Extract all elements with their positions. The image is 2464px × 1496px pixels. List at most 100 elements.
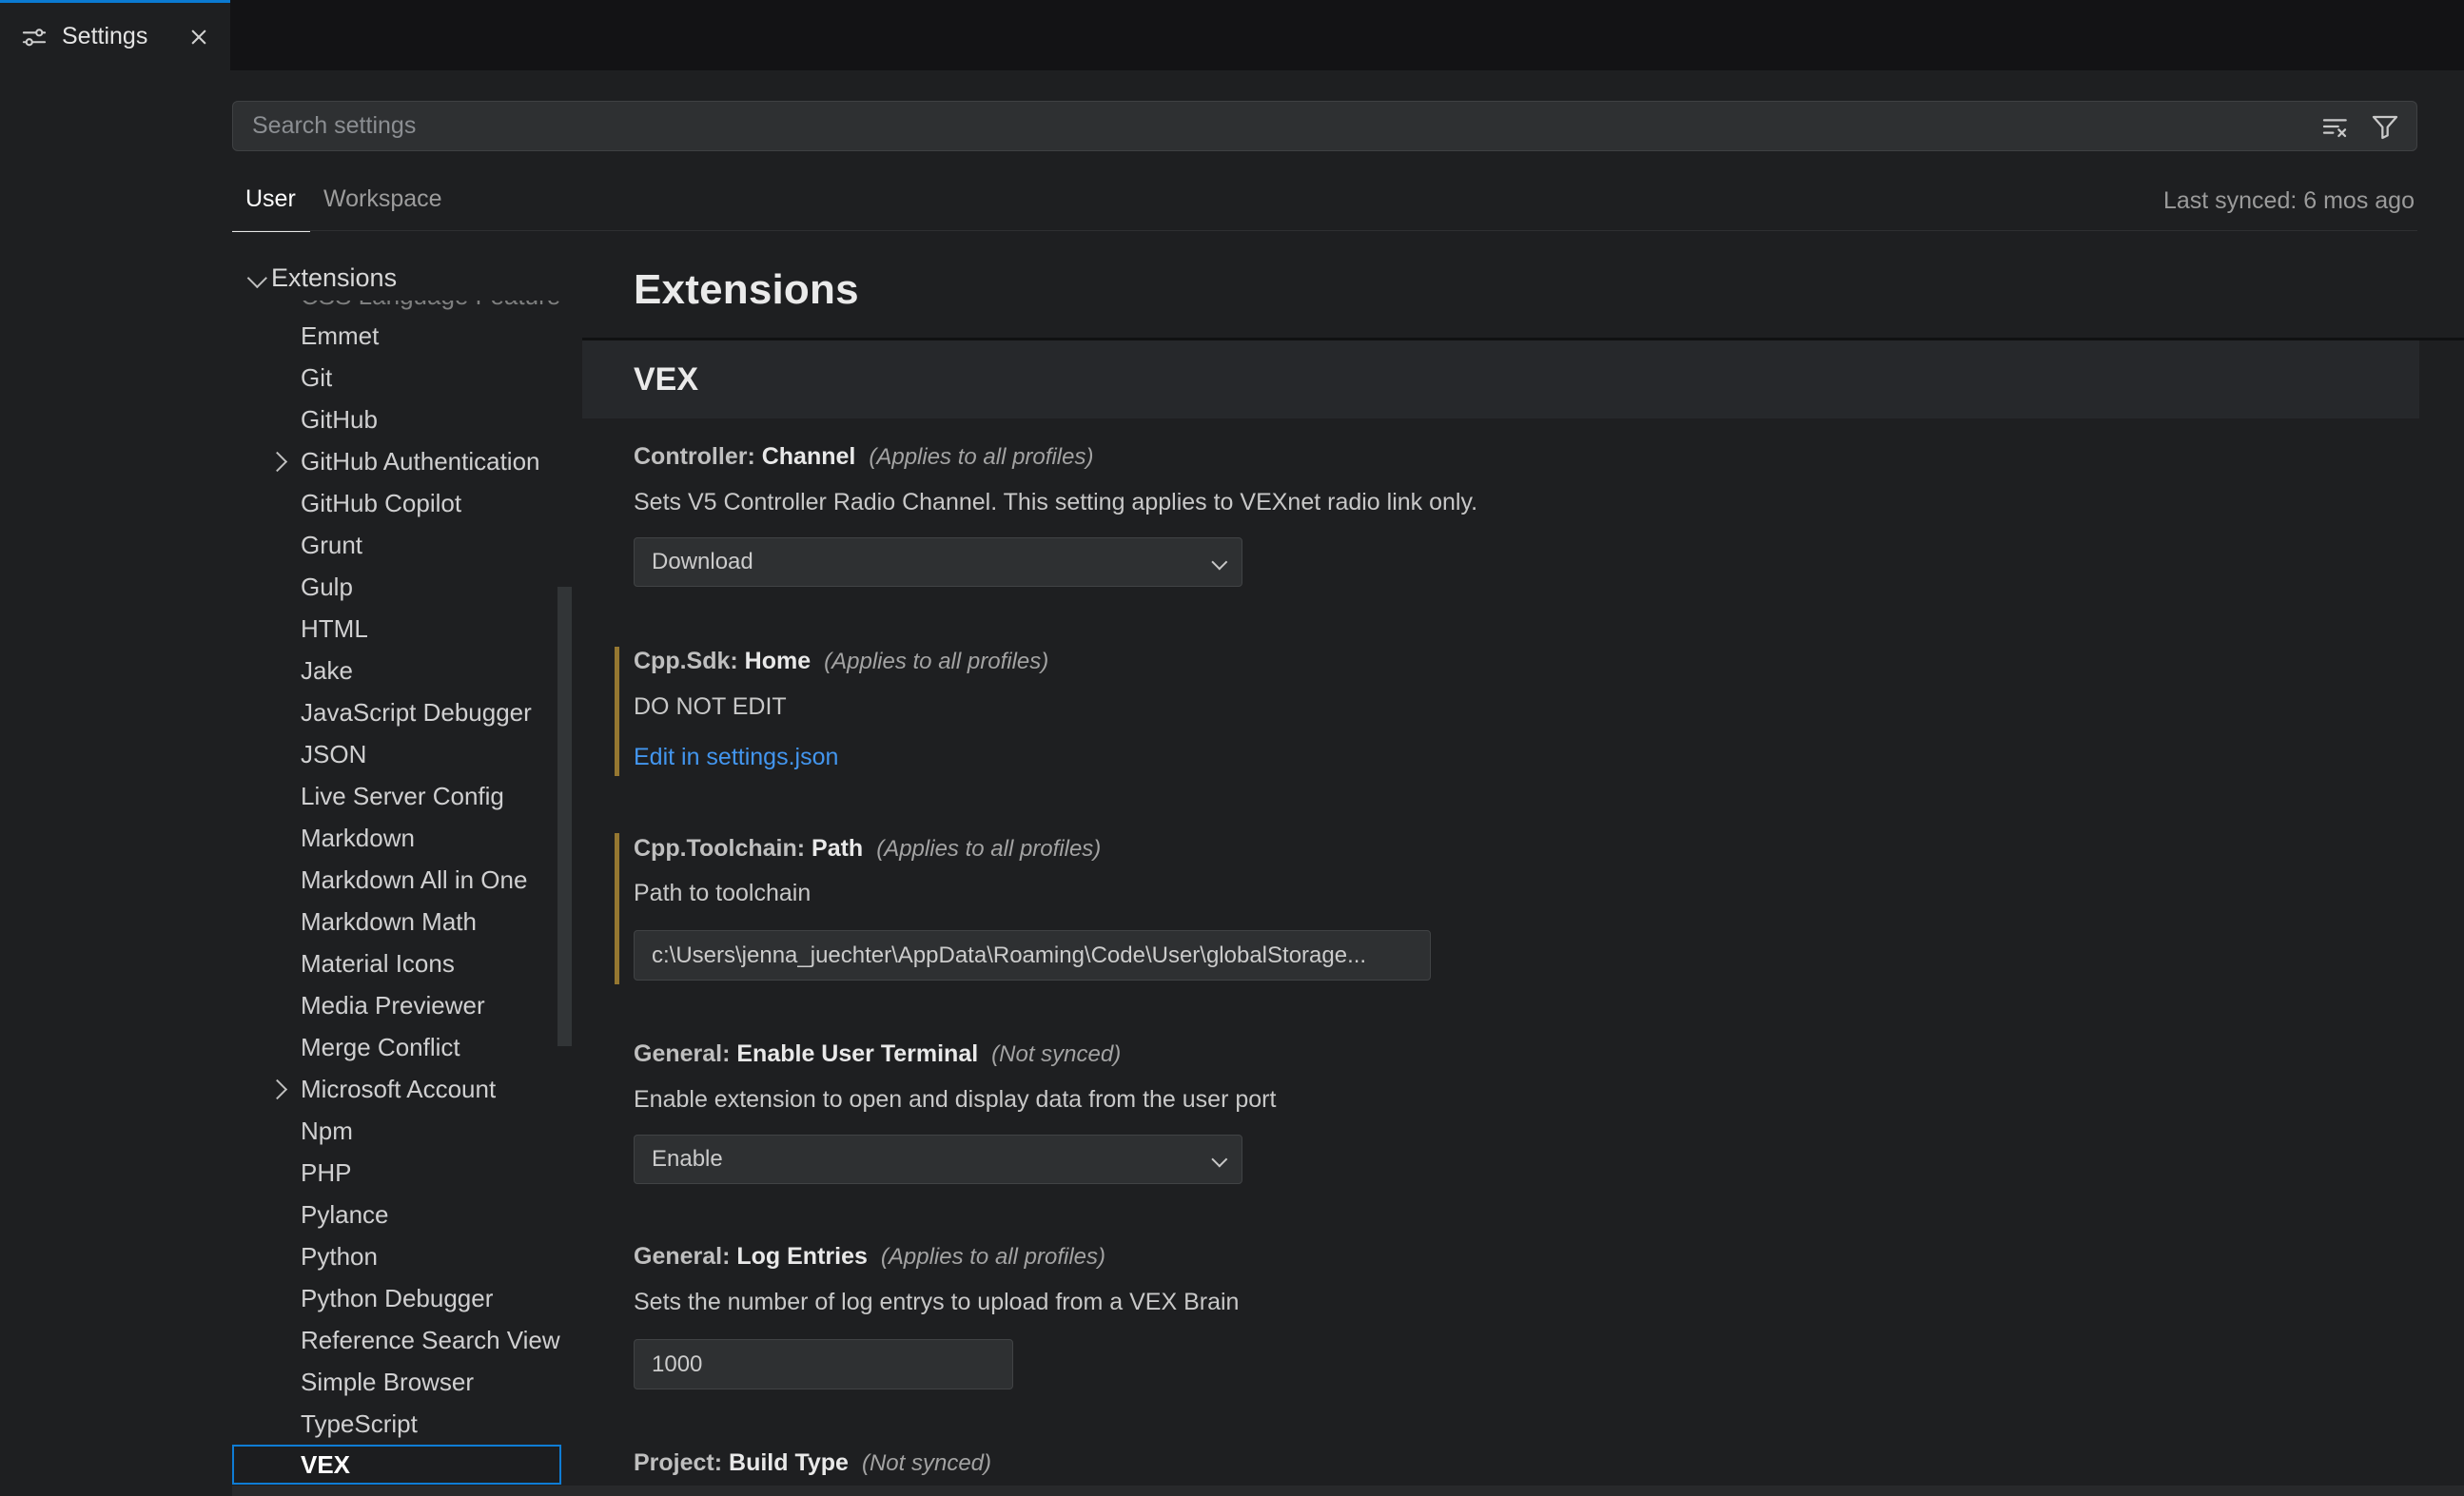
sidebar-item-python[interactable]: Python — [232, 1235, 561, 1277]
sidebar-item-json[interactable]: JSON — [232, 733, 561, 775]
setting-category: General: — [634, 1040, 736, 1067]
settings-tab[interactable]: Settings — [0, 0, 230, 70]
setting-scope-note: (Applies to all profiles) — [869, 444, 1093, 470]
sidebar-item-pylance[interactable]: Pylance — [232, 1194, 561, 1235]
settings-search-box — [232, 101, 2417, 151]
sidebar-item-label: Pylance — [301, 1200, 389, 1230]
settings-body: Extensions VEX Controller: Channel(Appli… — [582, 240, 2464, 1485]
sidebar-item-microsoft-account[interactable]: Microsoft Account — [232, 1068, 561, 1110]
setting-input-log-entries[interactable] — [634, 1339, 1013, 1389]
close-tab-icon[interactable] — [186, 25, 211, 49]
setting-category: Controller: — [634, 443, 762, 470]
sidebar-item-label: Merge Conflict — [301, 1033, 460, 1062]
sidebar-item-gulp[interactable]: Gulp — [232, 566, 561, 608]
sidebar-item-label: Material Icons — [301, 949, 455, 979]
sidebar-item-label: VEX — [301, 1450, 350, 1480]
sidebar-item-label: Live Server Config — [301, 782, 504, 811]
setting-description: Sets the number of log entrys to upload … — [634, 1289, 1239, 1316]
sidebar-item-label: Python — [301, 1242, 378, 1272]
sidebar-item-label: Git — [301, 363, 332, 393]
sidebar-item-media-previewer[interactable]: Media Previewer — [232, 984, 561, 1026]
sidebar-item-label: Markdown — [301, 824, 415, 853]
chevron-down-icon — [247, 267, 267, 287]
sidebar-item-jake[interactable]: Jake — [232, 650, 561, 691]
edit-in-settings-json-link[interactable]: Edit in settings.json — [634, 744, 838, 771]
sidebar-item-html[interactable]: HTML — [232, 608, 561, 650]
scope-tabs-row: User Workspace Last synced: 6 mos ago — [232, 179, 2417, 231]
setting-scope-note: (Not synced) — [862, 1450, 991, 1476]
section-header-vex: VEX — [582, 340, 2419, 418]
setting-name: Path — [812, 835, 863, 862]
sidebar-item-python-debugger[interactable]: Python Debugger — [232, 1277, 561, 1319]
setting-scope-note: (Applies to all profiles) — [824, 649, 1048, 674]
setting-name: Channel — [762, 443, 856, 470]
sidebar-item-label: HTML — [301, 614, 368, 644]
setting-dropdown-channel[interactable]: Download — [634, 537, 1242, 587]
sidebar-item-javascript-debugger[interactable]: JavaScript Debugger — [232, 691, 561, 733]
sidebar-item-extensions-root[interactable]: Extensions — [232, 255, 561, 301]
setting-modified-indicator — [615, 647, 619, 776]
chevron-down-icon — [1211, 556, 1242, 568]
sidebar-item-typescript[interactable]: TypeScript — [232, 1403, 561, 1445]
tab-title: Settings — [62, 23, 147, 50]
setting-category: Project: — [634, 1449, 729, 1476]
sidebar-item-label: JavaScript Debugger — [301, 698, 532, 728]
setting-modified-indicator — [615, 833, 619, 984]
setting-input-path[interactable] — [634, 930, 1431, 981]
sidebar-item-reference-search-view[interactable]: Reference Search View — [232, 1319, 561, 1361]
sidebar-item-emmet[interactable]: Emmet — [232, 315, 561, 357]
sidebar-item-label: Npm — [301, 1117, 353, 1146]
bottom-scrollbar-track[interactable] — [232, 1486, 2464, 1496]
chevron-right-icon — [270, 455, 301, 469]
dropdown-selected-value: Enable — [635, 1146, 1211, 1173]
sidebar-item-label: Emmet — [301, 321, 379, 351]
sidebar-item-live-server-config[interactable]: Live Server Config — [232, 775, 561, 817]
dropdown-selected-value: Download — [635, 549, 1211, 575]
setting-title: Controller: Channel (Applies to all profi… — [634, 443, 1093, 471]
sidebar-item-merge-conflict[interactable]: Merge Conflict — [232, 1026, 561, 1068]
sidebar-item-label: GitHub — [301, 405, 378, 435]
sidebar-item-clipped[interactable]: CSS Language Features — [232, 301, 561, 315]
setting-title: Cpp.Sdk: Home(Applies to all profiles) — [634, 648, 1048, 675]
sidebar-item-vex[interactable]: VEX — [232, 1445, 561, 1485]
tab-workspace[interactable]: Workspace — [323, 185, 442, 213]
search-input[interactable] — [233, 102, 2319, 150]
sidebar-item-label: Gulp — [301, 573, 353, 602]
settings-sliders-icon — [21, 24, 48, 50]
settings-toc-tree: Extensions CSS Language Features Emmet Gi… — [232, 255, 561, 1485]
sidebar-item-label: Markdown Math — [301, 907, 477, 937]
vscode-settings-window: { "tab": { "title": "Settings" }, "searc… — [0, 0, 2464, 1496]
sidebar-item-github-authentication[interactable]: GitHub Authentication — [232, 440, 561, 482]
sidebar-item-label: Simple Browser — [301, 1368, 474, 1397]
sidebar-item-label: Jake — [301, 656, 353, 686]
sidebar-item-github-copilot[interactable]: GitHub Copilot — [232, 482, 561, 524]
sidebar-item-label: Reference Search View — [301, 1326, 560, 1355]
tab-user[interactable]: User — [245, 185, 296, 213]
sidebar-item-markdown[interactable]: Markdown — [232, 817, 561, 859]
sidebar-item-label: Media Previewer — [301, 991, 485, 1020]
sidebar-item-php[interactable]: PHP — [232, 1152, 561, 1194]
sidebar-item-markdown-math[interactable]: Markdown Math — [232, 901, 561, 942]
sidebar-item-github[interactable]: GitHub — [232, 398, 561, 440]
setting-description: Path to toolchain — [634, 880, 811, 907]
setting-description: DO NOT EDIT — [634, 693, 787, 721]
sidebar-item-label: Python Debugger — [301, 1284, 493, 1313]
setting-category: General: — [634, 1243, 736, 1270]
clear-search-filters-icon[interactable] — [2319, 110, 2352, 143]
filter-funnel-icon[interactable] — [2369, 110, 2401, 143]
sidebar-item-label: Microsoft Account — [301, 1075, 496, 1104]
sidebar-item-git[interactable]: Git — [232, 357, 561, 398]
setting-description: Sets V5 Controller Radio Channel. This s… — [634, 489, 1477, 516]
sidebar-item-material-icons[interactable]: Material Icons — [232, 942, 561, 984]
tree-scrollbar-thumb[interactable] — [557, 587, 572, 1046]
setting-dropdown-enable-user-terminal[interactable]: Enable — [634, 1135, 1242, 1184]
sidebar-item-markdown-all-in-one[interactable]: Markdown All in One — [232, 859, 561, 901]
setting-name: Home — [745, 648, 811, 674]
sidebar-item-grunt[interactable]: Grunt — [232, 524, 561, 566]
sidebar-item-npm[interactable]: Npm — [232, 1110, 561, 1152]
editor-tab-bar: Settings — [0, 0, 2464, 70]
sidebar-item-label: Grunt — [301, 531, 362, 560]
setting-title: General: Enable User Terminal(Not synced… — [634, 1040, 1121, 1068]
sidebar-item-simple-browser[interactable]: Simple Browser — [232, 1361, 561, 1403]
setting-title: Project: Build Type(Not synced) — [634, 1449, 991, 1477]
